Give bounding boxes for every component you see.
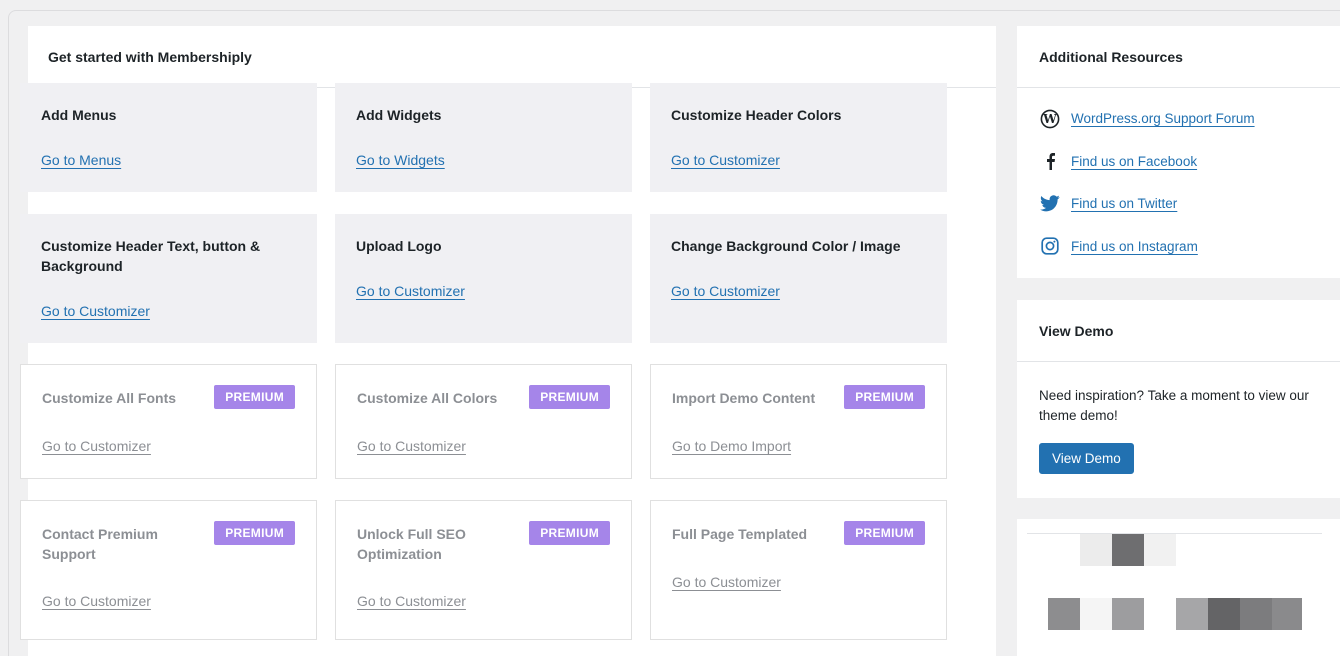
card-title: Customize All Fonts: [42, 390, 177, 406]
view-demo-title: View Demo: [1039, 322, 1114, 339]
pixel-block: [1048, 598, 1080, 630]
pixel-block: [1144, 534, 1176, 566]
svg-text:W: W: [1042, 112, 1057, 126]
pixel-block: [1240, 598, 1272, 630]
card-premium-demo-content: Import Demo Content PREMIUM Go to Demo I…: [650, 364, 947, 479]
instagram-icon: [1039, 236, 1061, 256]
card-title: Full Page Templated: [672, 526, 808, 542]
card-premium-seo: Unlock Full SEO Optimization PREMIUM Go …: [335, 500, 632, 640]
card-add-widgets: Add Widgets Go to Widgets: [335, 83, 632, 192]
card-header-colors: Customize Header Colors Go to Customizer: [650, 83, 947, 192]
card-premium-fonts: Customize All Fonts PREMIUM Go to Custom…: [20, 364, 317, 479]
resource-item-twitter: Find us on Twitter: [1039, 193, 1318, 214]
card-title: Upload Logo: [356, 238, 442, 254]
get-started-header: Get started with Membershiply: [28, 26, 996, 88]
instagram-link[interactable]: Find us on Instagram: [1071, 239, 1198, 254]
go-to-customizer-link[interactable]: Go to Customizer: [357, 593, 466, 609]
facebook-link[interactable]: Find us on Facebook: [1071, 154, 1197, 169]
go-to-customizer-link[interactable]: Go to Customizer: [357, 438, 466, 454]
card-title: Contact Premium Support: [42, 526, 158, 562]
go-to-customizer-link[interactable]: Go to Customizer: [671, 152, 780, 168]
pixel-block: [1112, 534, 1144, 566]
pixel-block: [1272, 598, 1302, 630]
premium-badge: PREMIUM: [844, 385, 925, 409]
go-to-widgets-link[interactable]: Go to Widgets: [356, 152, 445, 168]
card-title: Customize All Colors: [357, 390, 498, 406]
card-add-menus: Add Menus Go to Menus: [20, 83, 317, 192]
card-title: Add Widgets: [356, 107, 442, 123]
card-premium-templates: Full Page Templated PREMIUM Go to Custom…: [650, 500, 947, 640]
pixel-block: [1112, 598, 1144, 630]
go-to-menus-link[interactable]: Go to Menus: [41, 152, 121, 168]
premium-badge: PREMIUM: [844, 521, 925, 545]
go-to-customizer-link[interactable]: Go to Customizer: [671, 283, 780, 299]
go-to-customizer-link[interactable]: Go to Customizer: [42, 593, 151, 609]
resources-title: Additional Resources: [1039, 48, 1183, 65]
twitter-icon: [1039, 194, 1061, 214]
resources-panel: Additional Resources W WordPress.org Sup…: [1017, 26, 1340, 278]
resource-item-wordpress: W WordPress.org Support Forum: [1039, 108, 1318, 129]
premium-badge: PREMIUM: [529, 521, 610, 545]
premium-badge: PREMIUM: [214, 385, 295, 409]
pixelated-image-panel: [1017, 519, 1340, 656]
wordpress-icon: W: [1039, 109, 1061, 129]
pixel-block: [1176, 598, 1208, 630]
card-title: Import Demo Content: [672, 390, 816, 406]
pixel-block: [1208, 598, 1240, 630]
pixel-block: [1080, 534, 1112, 566]
resource-item-facebook: Find us on Facebook: [1039, 151, 1318, 172]
card-premium-colors: Customize All Colors PREMIUM Go to Custo…: [335, 364, 632, 479]
view-demo-button[interactable]: View Demo: [1039, 443, 1134, 474]
resource-item-instagram: Find us on Instagram: [1039, 236, 1318, 257]
view-demo-text: Need inspiration? Take a moment to view …: [1039, 388, 1309, 423]
go-to-customizer-link[interactable]: Go to Customizer: [356, 283, 465, 299]
resources-list: W WordPress.org Support Forum Find us on…: [1017, 88, 1340, 298]
card-title: Add Menus: [41, 107, 117, 123]
wordpress-forum-link[interactable]: WordPress.org Support Forum: [1071, 111, 1255, 126]
card-title: Customize Header Colors: [671, 107, 842, 123]
premium-badge: PREMIUM: [214, 521, 295, 545]
view-demo-body: Need inspiration? Take a moment to view …: [1017, 362, 1340, 498]
card-title: Change Background Color / Image: [671, 238, 901, 254]
go-to-customizer-link[interactable]: Go to Customizer: [672, 574, 781, 590]
view-demo-header: View Demo: [1017, 300, 1340, 362]
card-upload-logo: Upload Logo Go to Customizer: [335, 214, 632, 343]
pixel-block: [1080, 598, 1112, 630]
card-title: Customize Header Text, button & Backgrou…: [41, 238, 261, 274]
twitter-link[interactable]: Find us on Twitter: [1071, 196, 1177, 211]
premium-badge: PREMIUM: [529, 385, 610, 409]
card-header-text: Customize Header Text, button & Backgrou…: [20, 214, 317, 343]
facebook-icon: [1039, 151, 1061, 171]
card-title: Unlock Full SEO Optimization: [357, 526, 466, 562]
go-to-customizer-link[interactable]: Go to Customizer: [42, 438, 151, 454]
view-demo-panel: View Demo Need inspiration? Take a momen…: [1017, 300, 1340, 498]
card-premium-support: Contact Premium Support PREMIUM Go to Cu…: [20, 500, 317, 640]
resources-header: Additional Resources: [1017, 26, 1340, 88]
get-started-title: Get started with Membershiply: [48, 48, 252, 65]
go-to-demo-import-link[interactable]: Go to Demo Import: [672, 438, 791, 454]
go-to-customizer-link[interactable]: Go to Customizer: [41, 303, 150, 319]
card-background: Change Background Color / Image Go to Cu…: [650, 214, 947, 343]
